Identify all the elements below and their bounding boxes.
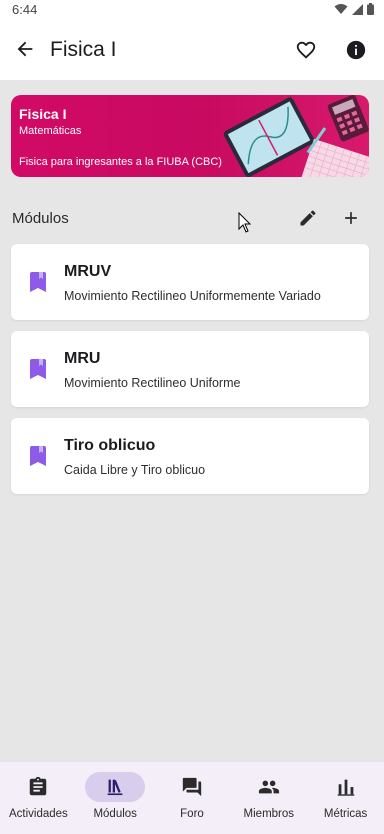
module-card-mru[interactable]: MRU Movimiento Rectilineo Uniforme: [11, 331, 369, 407]
bookmark-icon: [30, 446, 46, 466]
library-icon: [107, 779, 123, 796]
nav-pill: [239, 772, 299, 802]
course-banner[interactable]: Fisica I Matemáticas Fisica para ingresa…: [11, 95, 369, 177]
nav-item-modulos[interactable]: Módulos: [77, 762, 154, 834]
status-icons: [334, 3, 374, 15]
banner-description: Fisica para ingresantes a la FIUBA (CBC): [19, 156, 222, 168]
modules-section-title: Módulos: [12, 210, 69, 227]
module-title: MRU: [64, 350, 101, 367]
nav-label: Módulos: [93, 808, 137, 820]
nav-label: Foro: [180, 808, 204, 820]
bar-chart-icon: [337, 779, 354, 796]
nav-item-metricas[interactable]: Métricas: [307, 762, 384, 834]
signal-icon: [352, 3, 363, 15]
bookmark-icon: [30, 359, 46, 379]
banner-title: Fisica I: [19, 106, 67, 122]
module-subtitle: Movimiento Rectilineo Uniforme: [64, 376, 241, 390]
page-title: Fisica I: [50, 38, 117, 61]
status-bar: 6:44: [0, 0, 384, 18]
forum-icon: [182, 777, 202, 797]
module-subtitle: Movimiento Rectilineo Uniformemente Vari…: [64, 289, 321, 303]
nav-pill: [162, 772, 222, 802]
nav-pill: [8, 772, 68, 802]
module-subtitle: Caida Libre y Tiro oblicuo: [64, 463, 206, 477]
people-icon: [258, 780, 279, 794]
favorite-icon[interactable]: [295, 39, 317, 61]
clipboard-icon: [30, 776, 47, 796]
module-card-tiro-oblicuo[interactable]: Tiro oblicuo Caida Libre y Tiro oblicuo: [11, 418, 369, 494]
nav-label: Miembros: [243, 808, 295, 820]
back-arrow-icon[interactable]: [14, 38, 36, 60]
nav-item-foro[interactable]: Foro: [154, 762, 231, 834]
wifi-icon: [334, 4, 348, 14]
nav-item-actividades[interactable]: Actividades: [0, 762, 77, 834]
bottom-navigation: Actividades Módulos Foro Miembros Métric…: [0, 762, 384, 834]
app-bar: Fisica I: [0, 18, 384, 80]
banner-subject: Matemáticas: [19, 125, 82, 137]
nav-item-miembros[interactable]: Miembros: [230, 762, 307, 834]
add-icon[interactable]: [341, 208, 361, 228]
module-card-mruv[interactable]: MRUV Movimiento Rectilineo Uniformemente…: [11, 244, 369, 320]
nav-pill: [316, 772, 376, 802]
module-title: Tiro oblicuo: [64, 437, 156, 454]
edit-icon[interactable]: [298, 208, 318, 228]
info-icon[interactable]: [345, 39, 367, 61]
nav-pill-active: [85, 772, 146, 802]
status-time: 6:44: [12, 1, 38, 17]
banner-illustration: [223, 95, 369, 177]
nav-label: Actividades: [8, 808, 68, 820]
battery-icon: [367, 3, 374, 15]
bookmark-icon: [30, 272, 46, 292]
mouse-cursor-icon: [238, 212, 252, 233]
nav-label: Métricas: [323, 808, 368, 820]
module-title: MRUV: [64, 263, 112, 280]
